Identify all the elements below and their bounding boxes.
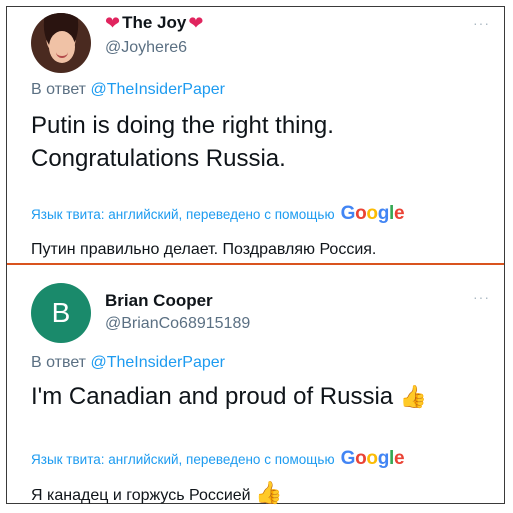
user-handle[interactable]: @BrianCo68915189 <box>105 315 250 333</box>
translated-text: Я канадец и горжусь Россией 👍 <box>31 480 282 506</box>
display-name[interactable]: Brian Cooper <box>105 291 213 311</box>
translation-label: Язык твита: английский, переведено с пом… <box>31 451 335 467</box>
translated-text: Путин правильно делает. Поздравляю Росси… <box>31 241 377 258</box>
heart-icon: ❤ <box>188 13 204 33</box>
google-logo: Google <box>340 203 405 224</box>
reply-mention-link[interactable]: @TheInsiderPaper <box>90 354 225 371</box>
tweet-text: Putin is doing the right thing. Congratu… <box>31 109 334 175</box>
reply-mention-link[interactable]: @TheInsiderPaper <box>90 81 225 98</box>
user-handle[interactable]: @Joyhere6 <box>105 39 187 57</box>
heart-icon: ❤ <box>105 13 121 33</box>
tweet-text-line: Putin is doing the right thing. <box>31 112 334 139</box>
google-logo: Google <box>340 448 405 469</box>
display-name[interactable]: ❤ The Joy ❤ <box>105 13 203 33</box>
tweet-text-line: Congratulations Russia. <box>31 145 286 172</box>
tweet-card[interactable]: ❤ The Joy ❤ @Joyhere6 ··· В ответ @TheIn… <box>7 7 504 263</box>
avatar[interactable] <box>31 13 91 73</box>
reply-context: В ответ @TheInsiderPaper <box>31 354 225 372</box>
translated-text-line: Я канадец и горжусь Россией <box>31 487 251 504</box>
thumbs-up-icon: 👍 <box>399 384 428 409</box>
tweet-text-line: I'm Canadian and proud of Russia <box>31 383 394 410</box>
reply-context: В ответ @TheInsiderPaper <box>31 81 225 99</box>
translation-notice[interactable]: Язык твита: английский, переведено с пом… <box>31 448 405 470</box>
reply-prefix: В ответ <box>31 81 87 98</box>
translation-label: Язык твита: английский, переведено с пом… <box>31 206 335 222</box>
tweet-card[interactable]: B Brian Cooper @BrianCo68915189 ··· В от… <box>7 265 504 505</box>
more-options-icon[interactable]: ··· <box>473 289 490 305</box>
thumbs-up-icon: 👍 <box>255 480 283 505</box>
translation-notice[interactable]: Язык твита: английский, переведено с пом… <box>31 203 405 225</box>
avatar[interactable]: B <box>31 283 91 343</box>
display-name-text: The Joy <box>122 13 187 32</box>
display-name-text: Brian Cooper <box>105 291 213 310</box>
more-options-icon[interactable]: ··· <box>473 15 490 31</box>
reply-prefix: В ответ <box>31 354 87 371</box>
tweet-text: I'm Canadian and proud of Russia 👍 <box>31 381 427 413</box>
screenshot-frame: ❤ The Joy ❤ @Joyhere6 ··· В ответ @TheIn… <box>6 6 505 505</box>
